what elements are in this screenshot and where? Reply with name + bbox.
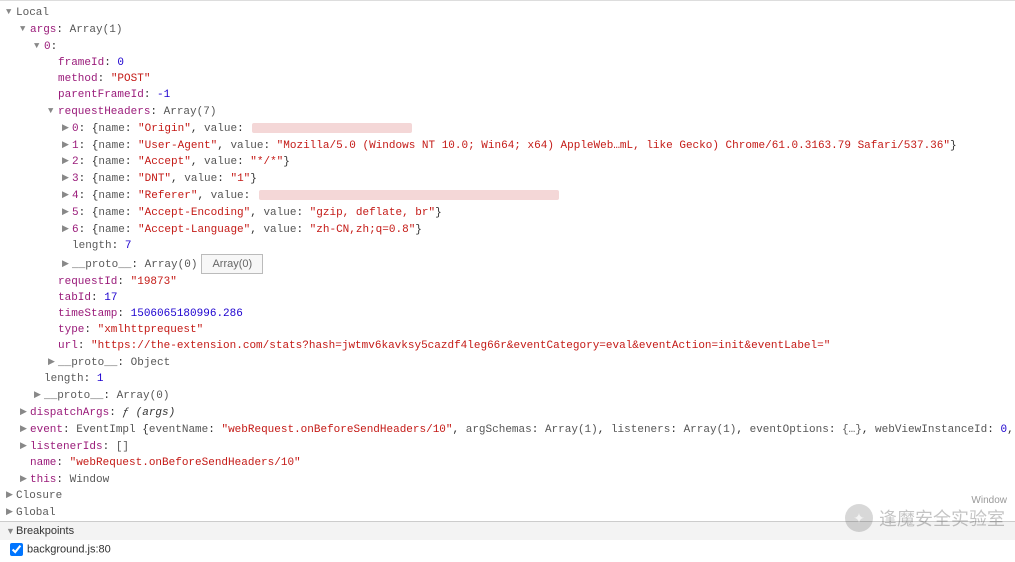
name-k[interactable]: name (30, 457, 56, 469)
method-k[interactable]: method (58, 73, 98, 85)
listenerIds-k[interactable]: listenerIds (30, 441, 103, 453)
tooltip: Array(0) (201, 254, 263, 274)
hdr1-val: "Mozilla/5.0 (Windows NT 10.0; Win64; x6… (277, 139, 950, 151)
redacted-block (252, 123, 412, 133)
caret-this[interactable] (20, 471, 30, 487)
caret-global[interactable] (6, 504, 16, 520)
name-v: "webRequest.onBeforeSendHeaders/10" (70, 457, 301, 469)
this-k[interactable]: this (30, 473, 56, 485)
scope-global[interactable]: Global (16, 507, 56, 519)
frameId-v: 0 (117, 57, 124, 69)
caret-reqhdr[interactable] (48, 103, 58, 119)
hdr4-idx[interactable]: 4 (72, 190, 79, 202)
caret-hdrproto[interactable] (62, 256, 72, 272)
breakpoint-row[interactable]: background.js:80 (0, 540, 1015, 559)
listenerIds-v: [] (116, 441, 129, 453)
hdr2-idx[interactable]: 2 (72, 156, 79, 168)
method-v: "POST" (111, 73, 151, 85)
args-proto-v: Array(0) (117, 390, 170, 402)
redacted-block (259, 190, 559, 200)
caret-hdr2[interactable] (62, 153, 72, 169)
hdr6-idx[interactable]: 6 (72, 224, 79, 236)
breakpoint-checkbox[interactable] (10, 543, 23, 556)
type-k[interactable]: type (58, 324, 84, 336)
timeStamp-k[interactable]: timeStamp (58, 308, 117, 320)
breakpoint-label: background.js:80 (27, 544, 111, 556)
caret-closure[interactable] (6, 487, 16, 503)
hdr-proto-k[interactable]: __proto__ (72, 259, 131, 271)
requestId-v: "19873" (131, 276, 177, 288)
caret-argsproto[interactable] (34, 387, 44, 403)
caret-idx0[interactable] (34, 38, 44, 54)
args-len-v: 1 (97, 373, 104, 385)
hdr3-name: "DNT" (138, 173, 171, 185)
proto0-v: Object (131, 357, 171, 369)
hdr1-idx[interactable]: 1 (72, 139, 79, 151)
url-k[interactable]: url (58, 340, 78, 352)
requestHeaders-t: Array(7) (164, 106, 217, 118)
timeStamp-v: 1506065180996.286 (131, 308, 243, 320)
args-type: Array(1) (70, 24, 123, 36)
watermark: ✦ 逢魔安全实验室 (845, 504, 1005, 532)
breakpoints-header[interactable]: Breakpoints (16, 525, 74, 537)
hdr5-idx[interactable]: 5 (72, 207, 79, 219)
caret-hdr0[interactable] (62, 120, 72, 136)
dispatchArgs-k[interactable]: dispatchArgs (30, 407, 109, 419)
requestId-k[interactable]: requestId (58, 276, 117, 288)
tabId-v: 17 (104, 292, 117, 304)
hdr-len-k[interactable]: length (72, 240, 112, 252)
hdr2-val: "*/*" (250, 156, 283, 168)
idx0[interactable]: 0 (44, 41, 51, 53)
hdr-len-v: 7 (125, 240, 132, 252)
hdr1-name: "User-Agent" (138, 139, 217, 151)
caret-hdr6[interactable] (62, 221, 72, 237)
hdr6-name: "Accept-Language" (138, 224, 250, 236)
hdr0-idx[interactable]: 0 (72, 123, 79, 135)
hdr0-name: "Origin" (138, 123, 191, 135)
args-proto-k[interactable]: __proto__ (44, 390, 103, 402)
hdr2-name: "Accept" (138, 156, 191, 168)
this-v: Window (70, 473, 110, 485)
caret-dispatch[interactable] (20, 404, 30, 420)
caret-listenerIds[interactable] (20, 438, 30, 454)
caret-event[interactable] (20, 421, 30, 437)
scope-closure[interactable]: Closure (16, 490, 62, 502)
caret-args[interactable] (20, 21, 30, 37)
scope-tree: Local args: Array(1) 0: frameId: 0 metho… (0, 1, 1015, 521)
hdr6-val: "zh-CN,zh;q=0.8" (310, 224, 416, 236)
frameId-k[interactable]: frameId (58, 57, 104, 69)
wechat-icon: ✦ (845, 504, 873, 532)
hdr5-name: "Accept-Encoding" (138, 207, 250, 219)
hdr3-idx[interactable]: 3 (72, 173, 79, 185)
event-type: EventImpl (76, 424, 135, 436)
event-argSchemas: Array(1) (545, 424, 598, 436)
event-listeners: Array(1) (684, 424, 737, 436)
hdr3-val: "1" (230, 173, 250, 185)
hdr5-val: "gzip, deflate, br" (310, 207, 435, 219)
dispatchArgs-sig: ƒ (args) (122, 407, 175, 419)
caret-local[interactable] (6, 4, 16, 20)
hdr-proto-v: Array(0) (145, 259, 198, 271)
watermark-text: 逢魔安全实验室 (879, 505, 1005, 531)
url-v: "https://the-extension.com/stats?hash=jw… (91, 340, 830, 352)
caret-hdr1[interactable] (62, 137, 72, 153)
args-len-k[interactable]: length (44, 373, 84, 385)
args-key[interactable]: args (30, 24, 56, 36)
caret-hdr4[interactable] (62, 187, 72, 203)
parentFrameId-v: -1 (157, 89, 170, 101)
caret-hdr5[interactable] (62, 204, 72, 220)
event-eventName: "webRequest.onBeforeSendHeaders/10" (221, 424, 452, 436)
parentFrameId-k[interactable]: parentFrameId (58, 89, 144, 101)
type-v: "xmlhttprequest" (98, 324, 204, 336)
tabId-k[interactable]: tabId (58, 292, 91, 304)
caret-breakpoints[interactable] (6, 526, 16, 536)
scope-local[interactable]: Local (16, 7, 49, 19)
requestHeaders-k[interactable]: requestHeaders (58, 106, 150, 118)
caret-hdr3[interactable] (62, 170, 72, 186)
event-eventOptions: {…} (842, 424, 862, 436)
event-k[interactable]: event (30, 424, 63, 436)
caret-proto0[interactable] (48, 354, 58, 370)
proto0-k[interactable]: __proto__ (58, 357, 117, 369)
hdr4-name: "Referer" (138, 190, 197, 202)
